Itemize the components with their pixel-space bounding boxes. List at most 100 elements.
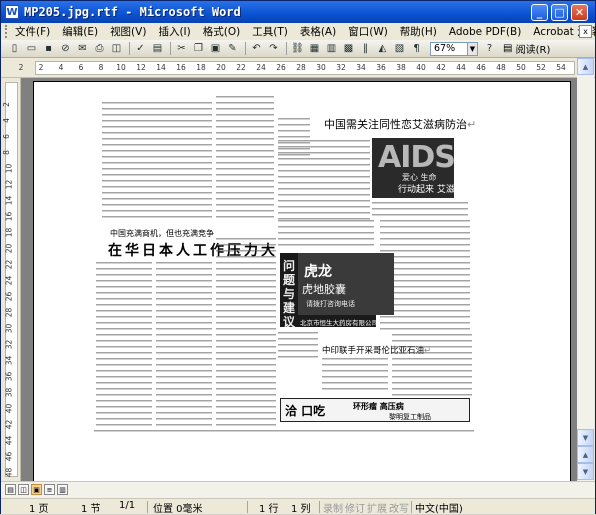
ruler-tick-label: 44 <box>4 435 14 446</box>
drawing-icon[interactable]: ◭ <box>375 42 390 56</box>
ruler-tick-label: 24 <box>4 275 14 286</box>
document-map-icon[interactable]: ▧ <box>392 42 407 56</box>
menu-view[interactable]: 视图(V) <box>104 24 152 39</box>
chevron-down-icon[interactable]: ▼ <box>468 41 478 56</box>
ad-bottom-right: 黎明复工制品 <box>389 413 431 421</box>
ruler-tick-label: 28 <box>4 307 14 318</box>
ruler-tick-label: 48 <box>4 467 14 478</box>
zoom-select[interactable]: 67% <box>430 41 468 56</box>
aids-photo: AIDS 爱心 生命 行动起来 艾滋 <box>372 138 456 198</box>
web-view-icon[interactable]: ◫ <box>18 484 29 495</box>
word-app-icon[interactable]: W <box>5 5 19 19</box>
print-layout-view-icon[interactable]: ▣ <box>31 484 42 495</box>
previous-page-icon[interactable]: ▲ <box>577 446 594 463</box>
text-column <box>156 262 212 428</box>
ruler-tick-label: 10 <box>116 63 126 72</box>
menu-edit[interactable]: 编辑(E) <box>56 24 104 39</box>
menu-insert[interactable]: 插入(I) <box>152 24 196 39</box>
status-language: 中文(中国) <box>415 504 463 515</box>
status-separator <box>319 501 320 513</box>
vertical-scrollbar[interactable]: ▲ ▼ ▲ ▼ <box>577 58 594 481</box>
spelling-icon[interactable]: ✓ <box>133 42 148 56</box>
text-column <box>216 96 274 220</box>
close-document-icon[interactable]: x <box>579 25 592 38</box>
menu-tools[interactable]: 工具(T) <box>246 24 294 39</box>
close-button[interactable]: ✕ <box>571 4 588 21</box>
document-area[interactable]: 中国需关注同性恋艾滋病防治↵ AIDS 爱心 生命 行动起来 艾滋 中国充满商机… <box>21 78 577 481</box>
text-column <box>392 334 472 396</box>
ruler-tick-label: 12 <box>4 179 14 190</box>
reading-view-icon[interactable]: ▥ <box>57 484 68 495</box>
permission-icon[interactable]: ⊘ <box>58 42 73 56</box>
title-bar[interactable]: W MP205.jpg.rtf - Microsoft Word _ □ ✕ <box>1 1 595 23</box>
ruler-tick-label: 16 <box>176 63 186 72</box>
ruler-tick-label: 4 <box>58 63 64 72</box>
insert-excel-icon[interactable]: ▩ <box>341 42 356 56</box>
status-separator <box>147 501 148 513</box>
ruler-tick-label: 14 <box>156 63 166 72</box>
toolbar-separator <box>286 42 287 55</box>
ruler-tick-label: 2 <box>38 63 44 72</box>
scroll-down-icon[interactable]: ▼ <box>577 429 594 446</box>
copy-icon[interactable]: ❐ <box>191 42 206 56</box>
menu-window[interactable]: 窗口(W) <box>342 24 394 39</box>
scroll-up-icon[interactable]: ▲ <box>577 58 594 75</box>
print-preview-icon[interactable]: ◫ <box>109 42 124 56</box>
menu-table[interactable]: 表格(A) <box>294 24 342 39</box>
paste-icon[interactable]: ▣ <box>208 42 223 56</box>
outline-view-icon[interactable]: ≡ <box>44 484 55 495</box>
tables-borders-icon[interactable]: ▦ <box>307 42 322 56</box>
hyperlink-icon[interactable]: ⛓ <box>290 42 305 56</box>
next-page-icon[interactable]: ▼ <box>577 463 594 480</box>
columns-icon[interactable]: ‖ <box>358 42 373 56</box>
email-icon[interactable]: ✉ <box>75 42 90 56</box>
ruler-tick-label: 42 <box>436 63 446 72</box>
newspaper-scan: 中国需关注同性恋艾滋病防治↵ AIDS 爱心 生命 行动起来 艾滋 中国充满商机… <box>50 88 478 434</box>
ruler-tick-label: 2 <box>18 63 24 72</box>
vertical-ruler[interactable]: 2 4 6 8 10 12 14 16 18 20 22 24 26 28 30 32 34 36 38 40 42 44… <box>1 78 21 481</box>
status-trk[interactable]: 修订 <box>345 500 365 515</box>
status-column: 1 列 <box>291 504 311 515</box>
save-icon[interactable]: ▪ <box>41 42 56 56</box>
ruler-tick-label: 8 <box>1 150 11 155</box>
menu-format[interactable]: 格式(O) <box>197 24 246 39</box>
undo-icon[interactable]: ↶ <box>249 42 264 56</box>
ad-vertical-text: 问题与建议 <box>283 259 296 329</box>
ad-bottom-left: 洽 口吃 <box>285 404 326 418</box>
open-icon[interactable]: ▭ <box>24 42 39 56</box>
help-icon[interactable]: ? <box>482 42 497 56</box>
read-button[interactable]: ▤ 阅读(R) <box>503 41 550 56</box>
menu-grip-icon[interactable] <box>5 25 7 38</box>
new-document-icon[interactable]: ▯ <box>7 42 22 56</box>
status-pages: 1/1 <box>119 500 136 511</box>
menu-help[interactable]: 帮助(H) <box>394 24 443 39</box>
horizontal-ruler[interactable]: 2 2 4 6 8 10 12 14 16 18 20 22 24 26 28 30 32 34 36 38 40 42 4… <box>1 58 595 78</box>
ruler-tick-label: 18 <box>4 227 14 238</box>
research-icon[interactable]: ▤ <box>150 42 165 56</box>
advertisement: 问题与建议 虎龙 虎地胶囊 请拨打咨询电话 北京市恒生大药房有限公司 <box>280 253 394 329</box>
format-painter-icon[interactable]: ✎ <box>225 42 240 56</box>
view-bar: ▤ ◫ ▣ ≡ ▥ <box>1 481 595 498</box>
menu-file[interactable]: 文件(F) <box>9 24 56 39</box>
ruler-tick-label: 42 <box>4 419 14 430</box>
show-hide-icon[interactable]: ¶ <box>409 42 424 56</box>
ad-title: 虎龙 <box>304 264 332 280</box>
ruler-tick-label: 24 <box>256 63 266 72</box>
menu-adobe-pdf[interactable]: Adobe PDF(B) <box>443 26 527 38</box>
print-icon[interactable]: ⎙ <box>92 42 107 56</box>
status-ext[interactable]: 扩展 <box>367 500 387 515</box>
ruler-tick-label: 6 <box>78 63 84 72</box>
minimize-button[interactable]: _ <box>531 4 548 21</box>
redo-icon[interactable]: ↷ <box>266 42 281 56</box>
bottom-advertisement: 洽 口吃 环形瘤 高压病 黎明复工制品 <box>280 398 470 422</box>
normal-view-icon[interactable]: ▤ <box>5 484 16 495</box>
insert-table-icon[interactable]: ▥ <box>324 42 339 56</box>
status-ovr[interactable]: 改写 <box>389 500 409 515</box>
ruler-tick-label: 6 <box>1 134 11 139</box>
document-page[interactable]: 中国需关注同性恋艾滋病防治↵ AIDS 爱心 生命 行动起来 艾滋 中国充满商机… <box>33 81 571 481</box>
cut-icon[interactable]: ✂ <box>174 42 189 56</box>
maximize-button[interactable]: □ <box>551 4 568 21</box>
ruler-tick-label: 22 <box>4 259 14 270</box>
standard-toolbar: ▯ ▭ ▪ ⊘ ✉ ⎙ ◫ ✓ ▤ ✂ ❐ ▣ ✎ ↶ ↷ ⛓ ▦ ▥ ▩ ‖ … <box>1 40 595 58</box>
status-rec[interactable]: 录制 <box>323 500 343 515</box>
